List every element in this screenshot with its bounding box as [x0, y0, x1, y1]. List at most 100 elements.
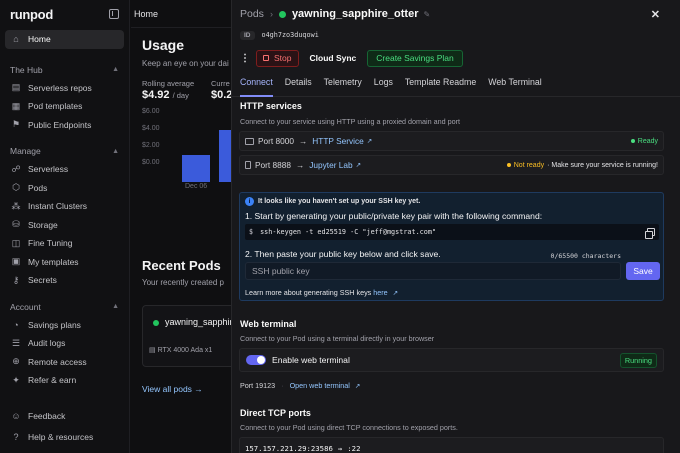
tcp-address[interactable]: 157.157.221.29:23586: [245, 444, 333, 453]
sidebar-item-secrets[interactable]: ⚷ Secrets: [0, 271, 129, 290]
sidebar-item-label: Serverless repos: [28, 82, 92, 93]
chevron-right-icon: ›: [269, 9, 273, 19]
tcp-connection-row[interactable]: 157.157.221.29:23586 → :22: [239, 437, 664, 453]
cloud-sync-button[interactable]: Cloud Sync: [304, 50, 363, 67]
ssh-warning-text: It looks like you haven't set up your SS…: [258, 198, 421, 205]
http-port-row: Port 8888 → Jupyter Lab ↗ Not ready · Ma…: [239, 155, 664, 175]
ssh-setup-panel: i It looks like you haven't set up your …: [239, 192, 664, 301]
pods-icon: ⬡: [12, 182, 20, 193]
view-all-pods-link[interactable]: View all pods →: [142, 384, 203, 394]
cluster-icon: ⁂: [11, 200, 21, 211]
learn-more-link[interactable]: here: [373, 288, 387, 297]
sidebar-item-instant-clusters[interactable]: ⁂ Instant Clusters: [0, 197, 129, 216]
pod-title: yawning_sapphire_otter: [291, 8, 419, 20]
tab-web-terminal[interactable]: Web Terminal: [488, 77, 541, 97]
sidebar-item-label: My templates: [28, 256, 79, 267]
sidebar-item-label: Savings plans: [28, 319, 81, 330]
tab-template-readme[interactable]: Template Readme: [405, 77, 476, 97]
sidebar-item-public-endpoints[interactable]: ⚑ Public Endpoints: [0, 116, 129, 135]
repo-icon: ▤: [11, 82, 21, 93]
tab-details[interactable]: Details: [285, 77, 312, 97]
sidebar-item-label: Storage: [28, 219, 58, 230]
ssh-public-key-input[interactable]: [245, 262, 621, 280]
status-dot: [630, 139, 635, 143]
command-text[interactable]: ssh-keygen -t ed25519 -C "jeff@mgstrat.c…: [260, 228, 436, 236]
usage-bar[interactable]: [219, 130, 231, 182]
usage-subtitle: Keep an eye on your dai: [142, 59, 229, 68]
open-web-terminal-link[interactable]: Open web terminal: [290, 381, 350, 390]
y-tick: $6.00: [142, 108, 160, 115]
pod-status-dot: [153, 320, 159, 326]
stop-label: Stop: [274, 53, 292, 63]
sidebar-item-savings-plans[interactable]: ◔ Savings plans: [0, 316, 129, 335]
http-services-subtitle: Connect to your service using HTTP using…: [240, 117, 461, 126]
sidebar-item-pods[interactable]: ⬡ Pods: [0, 179, 129, 198]
tab-logs[interactable]: Logs: [374, 77, 393, 97]
status-badge: Running: [619, 352, 657, 368]
more-options-icon[interactable]: ⋮: [239, 50, 251, 67]
sidebar-section-manage[interactable]: Manage ▲: [0, 142, 129, 160]
breadcrumb-pods[interactable]: Pods: [240, 8, 264, 20]
drawer-header: Pods › yawning_sapphire_otter ✎: [232, 0, 680, 28]
page-header-title: Home: [134, 8, 159, 19]
port-label: Port 8888: [255, 160, 291, 170]
pod-id-value[interactable]: o4gh7zo3duqowi: [262, 31, 319, 39]
http-service-link[interactable]: HTTP Service: [312, 136, 363, 146]
sidebar-item-pod-templates[interactable]: ▦ Pod templates: [0, 97, 129, 116]
y-tick: $4.00: [142, 125, 160, 132]
external-link-icon[interactable]: ↗: [393, 290, 398, 297]
template-icon: ▦: [11, 100, 21, 111]
sidebar-item-remote-access[interactable]: ⊕ Remote access: [0, 353, 129, 372]
sidebar-item-storage[interactable]: ⛁ Storage: [0, 216, 129, 235]
help-icon: ?: [13, 431, 19, 442]
runpod-logo[interactable]: runpod: [10, 7, 53, 22]
sidebar-item-my-templates[interactable]: ▣ My templates: [0, 253, 129, 272]
jupyter-lab-link[interactable]: Jupyter Lab: [309, 160, 352, 170]
pencil-icon[interactable]: ✎: [423, 10, 430, 19]
create-savings-plan-button[interactable]: Create Savings Plan: [367, 49, 463, 67]
stop-button[interactable]: Stop: [256, 49, 299, 67]
learn-more-text: Learn more about generating SSH keys: [245, 288, 372, 297]
usage-title: Usage: [142, 37, 185, 53]
sidebar-item-serverless-repos[interactable]: ▤ Serverless repos: [0, 79, 129, 98]
sidebar-item-label: Refer & earn: [28, 375, 77, 386]
sidebar-item-feedback[interactable]: ☺ Feedback: [0, 405, 129, 426]
sidebar-section-account[interactable]: Account ▲: [0, 298, 129, 316]
gpu-icon: ▤: [149, 347, 158, 354]
ssh-keygen-command[interactable]: $ ssh-keygen -t ed25519 -C "jeff@mgstrat…: [245, 224, 659, 240]
web-terminal-toggle[interactable]: [246, 355, 266, 365]
tcp-ports-subtitle: Connect to your Pod using direct TCP con…: [240, 423, 458, 432]
rolling-average-label: Rolling average: [142, 79, 195, 88]
external-link-icon[interactable]: ↗: [355, 383, 360, 390]
close-icon[interactable]: ✕: [651, 8, 660, 21]
external-link-icon[interactable]: ↗: [367, 137, 372, 145]
sidebar-item-label: Serverless: [28, 164, 69, 175]
tcp-ports-title: Direct TCP ports: [240, 408, 311, 418]
tab-connect[interactable]: Connect: [240, 77, 273, 97]
sidebar-item-help[interactable]: ? Help & resources: [0, 426, 129, 447]
storage-icon: ⛁: [12, 219, 20, 230]
sidebar-item-home[interactable]: ⌂ Home: [5, 30, 124, 49]
sidebar-item-label: Audit logs: [28, 338, 66, 349]
sidebar-item-audit-logs[interactable]: ☰ Audit logs: [0, 334, 129, 353]
copy-icon[interactable]: [645, 228, 655, 239]
rolling-value: $4.92: [142, 89, 170, 101]
sidebar-item-fine-tuning[interactable]: ◫ Fine Tuning: [0, 234, 129, 253]
sidebar-item-label: Pod templates: [28, 101, 83, 112]
rolling-unit: / day: [172, 91, 189, 100]
ssh-warning: i It looks like you haven't set up your …: [245, 197, 420, 206]
usage-bar[interactable]: [182, 155, 210, 182]
current-label: Curre: [211, 79, 230, 88]
tab-telemetry[interactable]: Telemetry: [324, 77, 362, 97]
sidebar-item-serverless[interactable]: ☍ Serverless: [0, 160, 129, 179]
drawer-tabs: Connect Details Telemetry Logs Template …: [232, 77, 680, 97]
sidebar-section-hub[interactable]: The Hub ▲: [0, 61, 129, 79]
learn-more-ssh: Learn more about generating SSH keys her…: [245, 288, 398, 297]
stop-icon: [263, 55, 269, 61]
save-ssh-key-button[interactable]: Save: [626, 262, 660, 280]
chevron-up-icon: ▲: [112, 147, 119, 155]
external-link-icon[interactable]: ↗: [356, 161, 361, 169]
sidebar-collapse-icon[interactable]: [109, 9, 119, 19]
web-terminal-port-line: Port 19123 · Open web terminal ↗: [240, 381, 360, 390]
sidebar-item-refer-earn[interactable]: ✦ Refer & earn: [0, 371, 129, 390]
